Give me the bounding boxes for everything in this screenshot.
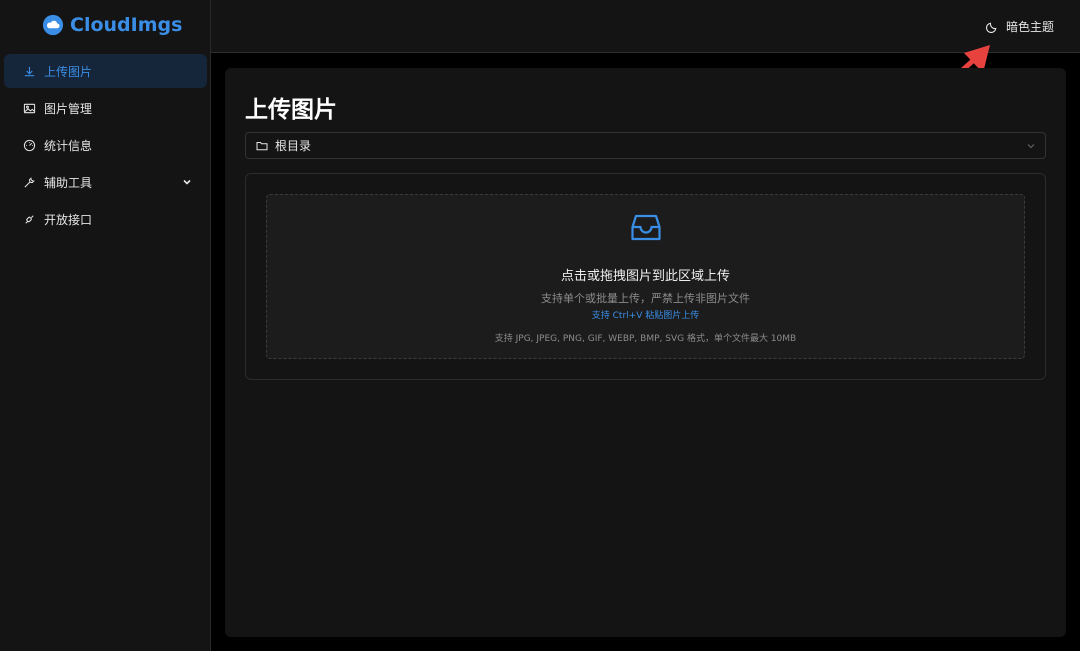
sidebar-menu: 上传图片 图片管理 统计信息 辅助工具 开放接口 <box>4 54 207 239</box>
sidebar-item-tools[interactable]: 辅助工具 <box>4 165 207 199</box>
directory-select[interactable]: 根目录 <box>245 132 1046 159</box>
moon-icon <box>985 22 997 33</box>
api-icon <box>23 213 36 226</box>
cloud-logo-icon <box>42 14 64 36</box>
logo[interactable]: CloudImgs <box>42 12 182 38</box>
sidebar: CloudImgs 上传图片 图片管理 统计信息 辅助工具 开放接口 <box>0 0 211 651</box>
sidebar-item-label: 图片管理 <box>44 101 93 116</box>
app-name: CloudImgs <box>70 14 183 36</box>
download-icon <box>23 65 36 78</box>
directory-select-value: 根目录 <box>275 139 312 153</box>
inbox-icon <box>631 214 661 241</box>
upload-panel: 点击或拖拽图片到此区域上传 支持单个或批量上传，严禁上传非图片文件 支持 Ctr… <box>245 173 1046 380</box>
image-icon <box>23 102 36 115</box>
sidebar-item-open-api[interactable]: 开放接口 <box>4 202 207 236</box>
page-title: 上传图片 <box>245 97 337 123</box>
dropzone-subtitle: 支持单个或批量上传，严禁上传非图片文件 <box>541 292 750 305</box>
chevron-down-icon[interactable] <box>181 176 193 188</box>
tool-icon <box>23 176 36 189</box>
sidebar-item-label: 辅助工具 <box>44 175 93 190</box>
theme-toggle-button[interactable]: 暗色主题 <box>985 18 1054 35</box>
theme-toggle-label: 暗色主题 <box>1005 20 1054 34</box>
dropzone-formats: 支持 JPG, JPEG, PNG, GIF, WEBP, BMP, SVG 格… <box>494 334 797 344</box>
sidebar-item-image-management[interactable]: 图片管理 <box>4 91 207 125</box>
dropzone-paste-hint: 支持 Ctrl+V 粘贴图片上传 <box>591 311 700 321</box>
main-content: 上传图片 根目录 点击或拖拽图片到此区域上传 支持单个或批量上传，严禁上传非图片… <box>225 68 1066 637</box>
sidebar-item-label: 统计信息 <box>44 138 93 153</box>
sidebar-item-statistics[interactable]: 统计信息 <box>4 128 207 162</box>
dropzone-title: 点击或拖拽图片到此区域上传 <box>560 269 730 284</box>
chevron-down-icon <box>1027 144 1035 149</box>
folder-icon <box>256 141 268 150</box>
sidebar-item-label: 开放接口 <box>44 212 93 227</box>
sidebar-item-upload[interactable]: 上传图片 <box>4 54 207 88</box>
dashboard-icon <box>23 139 36 152</box>
sidebar-item-label: 上传图片 <box>44 64 93 79</box>
upload-dropzone[interactable]: 点击或拖拽图片到此区域上传 支持单个或批量上传，严禁上传非图片文件 支持 Ctr… <box>266 194 1025 359</box>
